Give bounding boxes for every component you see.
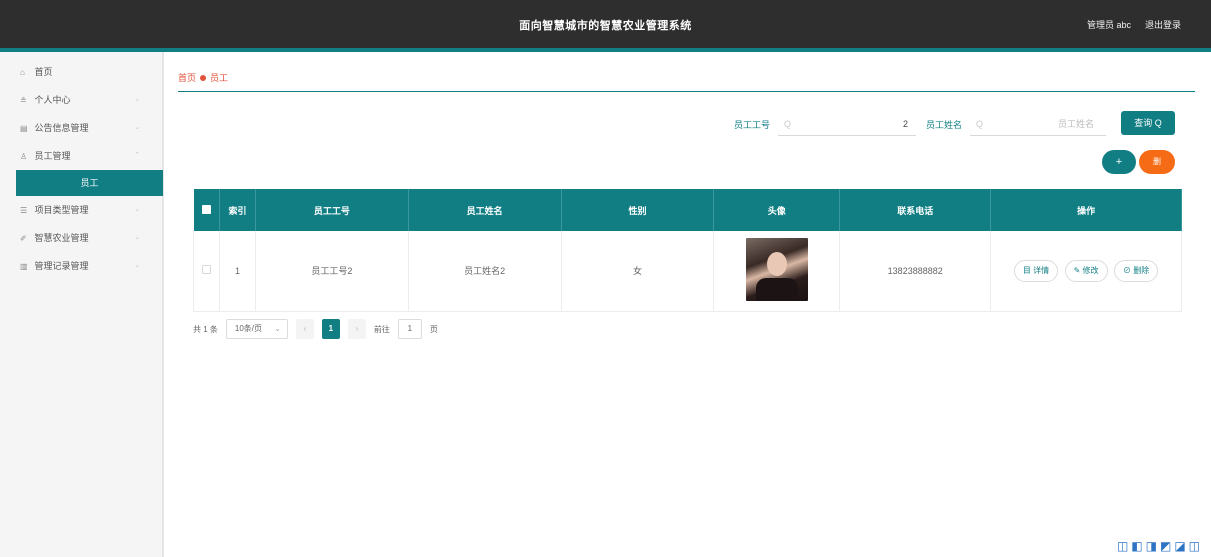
pagination-total: 共 1 条 bbox=[193, 324, 218, 334]
breadcrumb-home[interactable]: 首页 bbox=[178, 71, 196, 84]
row-checkbox[interactable] bbox=[201, 265, 211, 275]
col-employee-name: 员工姓名 bbox=[408, 189, 562, 231]
sidebar-item-project-types[interactable]: ☰ 项目类型管理 ⌄ bbox=[0, 196, 162, 224]
edit-button[interactable]: ✎ 修改 bbox=[1064, 259, 1108, 282]
notice-icon: ▤ bbox=[20, 124, 28, 133]
cell-employee-no: 员工工号2 bbox=[255, 231, 409, 312]
chevron-down-icon: ⌄ bbox=[134, 206, 140, 213]
search-icon: Q bbox=[784, 119, 792, 129]
chevron-down-icon: ⌄ bbox=[134, 262, 140, 269]
sidebar-item-smart-agri[interactable]: ✐ 智慧农业管理 ⌄ bbox=[0, 224, 162, 252]
sidebar-item-profile[interactable]: ≗ 个人中心 ⌄ bbox=[0, 86, 162, 114]
cell-employee-name: 员工姓名2 bbox=[408, 231, 562, 312]
sidebar-item-label: 项目类型管理 bbox=[34, 205, 89, 215]
cell-gender: 女 bbox=[561, 231, 715, 312]
app-title: 面向智慧城市的智慧农业管理系统 bbox=[519, 19, 692, 32]
sidebar-item-label: 首页 bbox=[34, 67, 53, 77]
pagination: 共 1 条 10条/页 ⌄ ‹ 1 › 前往 1 页 bbox=[193, 318, 438, 340]
breadcrumb-divider bbox=[178, 91, 1195, 92]
add-button[interactable]: + bbox=[1102, 150, 1136, 174]
breadcrumb-current: 员工 bbox=[210, 73, 229, 83]
employee-no-label: 员工工号 bbox=[734, 120, 771, 130]
sidebar: ⌂ 首页 ≗ 个人中心 ⌄ ▤ 公告信息管理 ⌄ ♙ 员工管理 ⌃ 员工 ☰ 项… bbox=[0, 52, 164, 557]
cell-phone: 13823888882 bbox=[839, 231, 992, 312]
home-icon: ⌂ bbox=[20, 68, 25, 77]
col-phone: 联系电话 bbox=[839, 189, 992, 231]
project-type-icon: ☰ bbox=[20, 206, 28, 215]
breadcrumb-separator-icon bbox=[200, 74, 207, 81]
sidebar-subitem-employee[interactable]: 员工 bbox=[16, 170, 163, 196]
sidebar-item-records[interactable]: ▥ 管理记录管理 ⌄ bbox=[0, 252, 162, 280]
employee-name-input[interactable]: Q 员工姓名 bbox=[970, 112, 1106, 136]
employee-name-placeholder: 员工姓名 bbox=[1057, 119, 1094, 129]
avatar bbox=[745, 238, 808, 302]
user-label: 管理员 abc bbox=[1086, 20, 1131, 30]
prev-page-button[interactable]: ‹ bbox=[295, 319, 314, 339]
delete-button[interactable]: ⊘ 删除 bbox=[1114, 259, 1159, 282]
col-index: 索引 bbox=[219, 189, 256, 231]
page-size-select[interactable]: 10条/页 ⌄ bbox=[225, 319, 288, 339]
cell-avatar bbox=[713, 231, 841, 312]
user-icon: ≗ bbox=[20, 96, 27, 105]
col-gender: 性别 bbox=[561, 189, 715, 231]
sidebar-item-label: 智慧农业管理 bbox=[34, 233, 89, 243]
sidebar-item-notices[interactable]: ▤ 公告信息管理 ⌄ bbox=[0, 114, 162, 142]
search-icon: Q bbox=[976, 119, 984, 129]
col-actions: 操作 bbox=[990, 189, 1182, 231]
sidebar-item-home[interactable]: ⌂ 首页 bbox=[0, 58, 162, 86]
chevron-down-icon: ⌄ bbox=[134, 96, 140, 103]
chevron-down-icon: ⌄ bbox=[274, 324, 281, 333]
sidebar-item-label: 公告信息管理 bbox=[34, 123, 89, 133]
chevron-down-icon: ⌄ bbox=[134, 124, 140, 131]
goto-label: 前往 bbox=[373, 324, 390, 334]
detail-button[interactable]: 目 详情 bbox=[1013, 259, 1059, 282]
toolbar-icons: ◫◧◨◩◪◫ bbox=[1116, 539, 1203, 553]
table-row: 1 员工工号2 员工姓名2 女 13823888882 目 详情 ✎ 修改 ⊘ … bbox=[193, 231, 1182, 312]
col-employee-no: 员工工号 bbox=[255, 189, 409, 231]
query-button[interactable]: 查询 Q bbox=[1121, 111, 1175, 135]
chevron-down-icon: ⌄ bbox=[134, 234, 140, 241]
goto-page-input[interactable]: 1 bbox=[397, 319, 422, 339]
breadcrumb: 首页 员工 bbox=[178, 71, 228, 84]
select-all-checkbox[interactable] bbox=[201, 204, 211, 214]
select-all-checkbox-cell[interactable] bbox=[193, 189, 220, 231]
sidebar-item-label: 个人中心 bbox=[34, 95, 71, 105]
sidebar-item-label: 员工管理 bbox=[34, 151, 71, 161]
col-avatar: 头像 bbox=[713, 189, 841, 231]
cell-actions: 目 详情 ✎ 修改 ⊘ 删除 bbox=[990, 231, 1182, 312]
sidebar-item-label: 管理记录管理 bbox=[34, 261, 89, 271]
employee-no-value: 2 bbox=[902, 119, 908, 129]
staff-icon: ♙ bbox=[20, 152, 28, 161]
employee-table: 索引 员工工号 员工姓名 性别 头像 联系电话 操作 1 员工工号2 员工姓名2… bbox=[193, 189, 1182, 312]
batch-delete-button[interactable]: 删 bbox=[1139, 150, 1175, 174]
table-header-row: 索引 员工工号 员工姓名 性别 头像 联系电话 操作 bbox=[193, 189, 1182, 231]
page-suffix: 页 bbox=[429, 324, 438, 334]
employee-name-label: 员工姓名 bbox=[926, 120, 963, 130]
page-number-current[interactable]: 1 bbox=[321, 319, 340, 339]
header-accent-stripe bbox=[0, 48, 1211, 52]
page-size-value: 10条/页 bbox=[234, 324, 263, 333]
logout-link[interactable]: 退出登录 bbox=[1145, 18, 1181, 31]
employee-no-input[interactable]: Q 2 bbox=[778, 112, 916, 136]
record-icon: ▥ bbox=[20, 262, 28, 271]
user-area: 管理员 abc 退出登录 bbox=[1087, 18, 1181, 31]
sidebar-item-staff[interactable]: ♙ 员工管理 ⌃ bbox=[0, 142, 162, 170]
leaf-icon: ✐ bbox=[20, 234, 27, 243]
next-page-button[interactable]: › bbox=[347, 319, 366, 339]
cell-index: 1 bbox=[219, 231, 256, 312]
row-checkbox-cell[interactable] bbox=[193, 231, 220, 312]
chevron-up-icon: ⌃ bbox=[134, 152, 140, 159]
